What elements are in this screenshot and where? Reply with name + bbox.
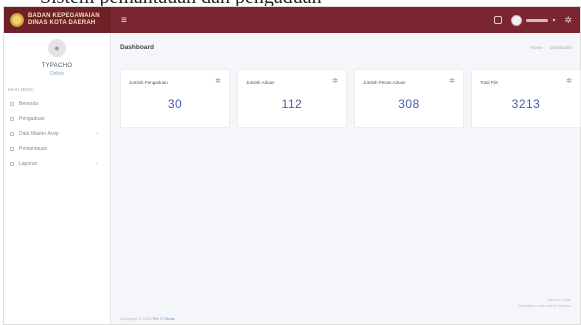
sidebar-menu: Beranda Pengaduan Data Master Arsip ‹ Pe… [4,96,110,171]
card-value: 3213 [511,97,541,111]
app-window: BADAN KEPEGAWAIAN DINAS KOTA DAERAH ≡ ▾ … [3,6,581,325]
report-icon [10,161,14,166]
brand[interactable]: BADAN KEPEGAWAIAN DINAS KOTA DAERAH [4,7,111,33]
sidebar-item-data-master[interactable]: Data Master Arsip ‹ [4,126,110,141]
user-menu[interactable]: ▾ [511,14,556,26]
chevron-down-icon: ▾ [552,17,556,24]
notification-icon[interactable] [494,16,503,24]
sidebar-item-beranda[interactable]: Beranda [4,96,110,111]
card-value: 308 [398,97,420,111]
breadcrumb: Home / Dashboard [531,45,572,50]
gear-icon: ✲ [449,78,455,85]
sidebar-item-laporan[interactable]: Laporan ‹ [4,156,110,171]
breadcrumb-separator: / [545,45,547,50]
sidebar-item-pengaduan[interactable]: Pengaduan [4,111,110,126]
card-label: Jumlah Pengaduan [129,80,168,85]
card-label: Jumlah Aduan [246,80,275,85]
emblem-logo [10,13,24,27]
card-value: 112 [281,97,303,111]
page-title: Dashboard [120,44,154,51]
breadcrumb-current: Dashboard [549,45,572,50]
profile-status: Online [49,71,65,77]
stat-card-pesan-aduan[interactable]: Jumlah Pesan Aduan ✲ 308 [354,69,464,128]
topbar: BADAN KEPEGAWAIAN DINAS KOTA DAERAH ≡ ▾ … [4,7,580,33]
footer-link[interactable]: Tim IT Dinas [152,316,174,321]
stat-card-pengaduan[interactable]: Jumlah Pengaduan ✲ 30 [120,69,230,128]
sidebar-item-label: Laporan [19,160,38,167]
right-note: Laporan Data Diterbitkan oleh Admin Sist… [518,297,571,309]
monitor-icon [10,146,14,151]
card-label: Jumlah Pesan Aduan [363,80,406,85]
right-note-line: Diterbitkan oleh Admin Sistem [517,303,571,308]
stat-cards: Jumlah Pengaduan ✲ 30 Jumlah Aduan ✲ 112… [120,69,581,128]
chevron-left-icon: ‹ [96,130,98,137]
sidebar-item-label: Pemantauan [19,145,48,152]
sidebar: ● TYPACHO Online MAIN MENU Beranda Penga… [4,33,111,324]
sidebar-item-label: Pengaduan [19,115,45,122]
avatar: ● [48,39,66,57]
footer-text: Copyright © 2019 [120,316,153,321]
message-icon [10,116,14,121]
user-avatar [511,14,523,26]
breadcrumb-home[interactable]: Home [531,45,543,50]
stat-card-total-file[interactable]: Total File ✲ 3213 [471,69,581,128]
topbar-right: ▾ ✲ [494,7,572,33]
sidebar-item-label: Data Master Arsip [19,130,59,137]
card-label: Total File [480,80,499,85]
home-icon [10,101,14,106]
footer: Copyright © 2019 Tim IT Dinas [120,316,175,321]
gear-icon: ✲ [332,78,338,85]
sidebar-section-label: MAIN MENU [8,87,34,92]
brand-line-2: DINAS KOTA DAERAH [28,20,96,26]
menu-icon[interactable]: ≡ [121,15,127,26]
gear-icon: ✲ [215,78,221,85]
stat-card-aduan[interactable]: Jumlah Aduan ✲ 112 [237,69,347,128]
brand-line-1: BADAN KEPEGAWAIAN [28,13,100,19]
sidebar-profile: ● TYPACHO Online [4,33,110,77]
sidebar-item-pemantauan[interactable]: Pemantauan [4,141,110,156]
user-icon: ● [54,43,60,53]
gear-icon: ✲ [566,78,572,85]
sidebar-item-label: Beranda [19,100,38,107]
database-icon [10,131,14,136]
main-content: Dashboard Home / Dashboard Jumlah Pengad… [112,33,581,324]
brand-text: BADAN KEPEGAWAIAN DINAS KOTA DAERAH [28,13,100,27]
chevron-left-icon: ‹ [96,160,98,167]
card-value: 30 [167,97,183,111]
gear-icon[interactable]: ✲ [564,15,572,26]
user-name [526,18,549,22]
profile-name: TYPACHO [41,63,73,69]
